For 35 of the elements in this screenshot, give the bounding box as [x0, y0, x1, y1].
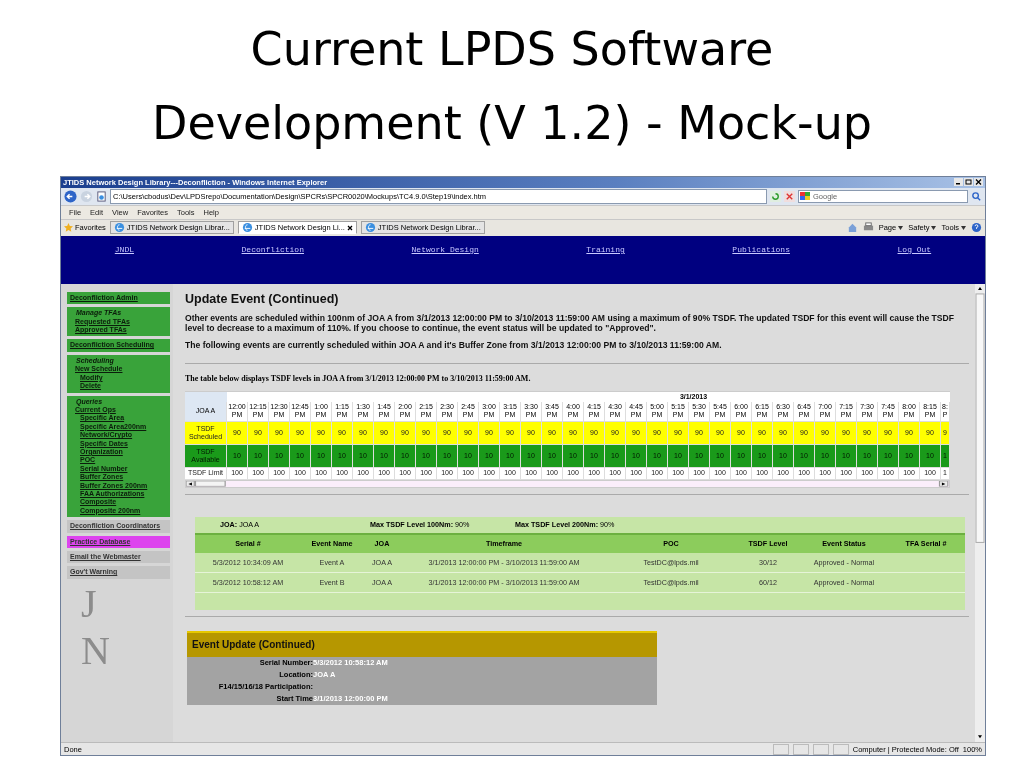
ie-icon: [364, 222, 376, 234]
caret-icon: [961, 225, 966, 230]
help-icon[interactable]: [971, 222, 982, 234]
nav-link[interactable]: Network Design: [411, 244, 479, 254]
nav-link[interactable]: Training: [586, 244, 625, 254]
message-text: Other events are scheduled within 100nm of JOA A from 3/1/2013 12:00:00 PM to 3/10/2013 11:59:00 AM using a maximum of 90% TSDF. The updated TSDF for this event will cause the TSDF level to decrease to a maximum of 110%. If you choose to continue, the event status will be updated to "Approved".: [185, 312, 956, 333]
ie-icon: [113, 222, 125, 234]
logo-letter: N: [81, 628, 110, 673]
minimize-icon[interactable]: [954, 178, 963, 187]
search-provider-icon: [800, 191, 810, 200]
nav-link[interactable]: Log Out: [897, 244, 932, 254]
slide-title: Development (V 1.2) - Mock-up: [152, 95, 872, 152]
ie-icon: [241, 222, 253, 234]
logo-letter: J: [81, 581, 97, 626]
nav-link[interactable]: JNDL: [114, 244, 134, 254]
caret-icon: [898, 225, 904, 230]
page-icon: [96, 190, 107, 202]
nav-link[interactable]: Deconfliction: [241, 244, 304, 254]
refresh-icon[interactable]: [770, 190, 781, 202]
star-icon: [64, 223, 73, 233]
maximize-icon[interactable]: [964, 178, 973, 187]
page-heading: Update Event (Continued): [185, 291, 340, 306]
back-icon[interactable]: [64, 189, 77, 203]
table-caption: The table below displays TSDF levels in JOA A from 3/1/2013 12:00:00 PM to 3/10/2013 11:59:00 AM.: [185, 373, 532, 383]
stop-icon[interactable]: [784, 190, 795, 202]
panel-title: Event Update (Continued): [192, 639, 315, 651]
close-icon[interactable]: [974, 178, 983, 187]
header-cell: [185, 391, 227, 402]
search-icon[interactable]: [971, 190, 982, 202]
close-icon[interactable]: [346, 224, 353, 231]
caret-icon: [931, 225, 937, 230]
nav-link[interactable]: Publications: [732, 244, 790, 254]
message-text: The following events are currently scheduled within JOA A and it's Buffer Zone from 3/1/2013 12:00:00 PM to 3/10/2013 11:59:00 AM.: [185, 339, 723, 350]
scrollbar[interactable]: [185, 479, 950, 488]
slide-title: Current LPDS Software: [250, 21, 774, 78]
